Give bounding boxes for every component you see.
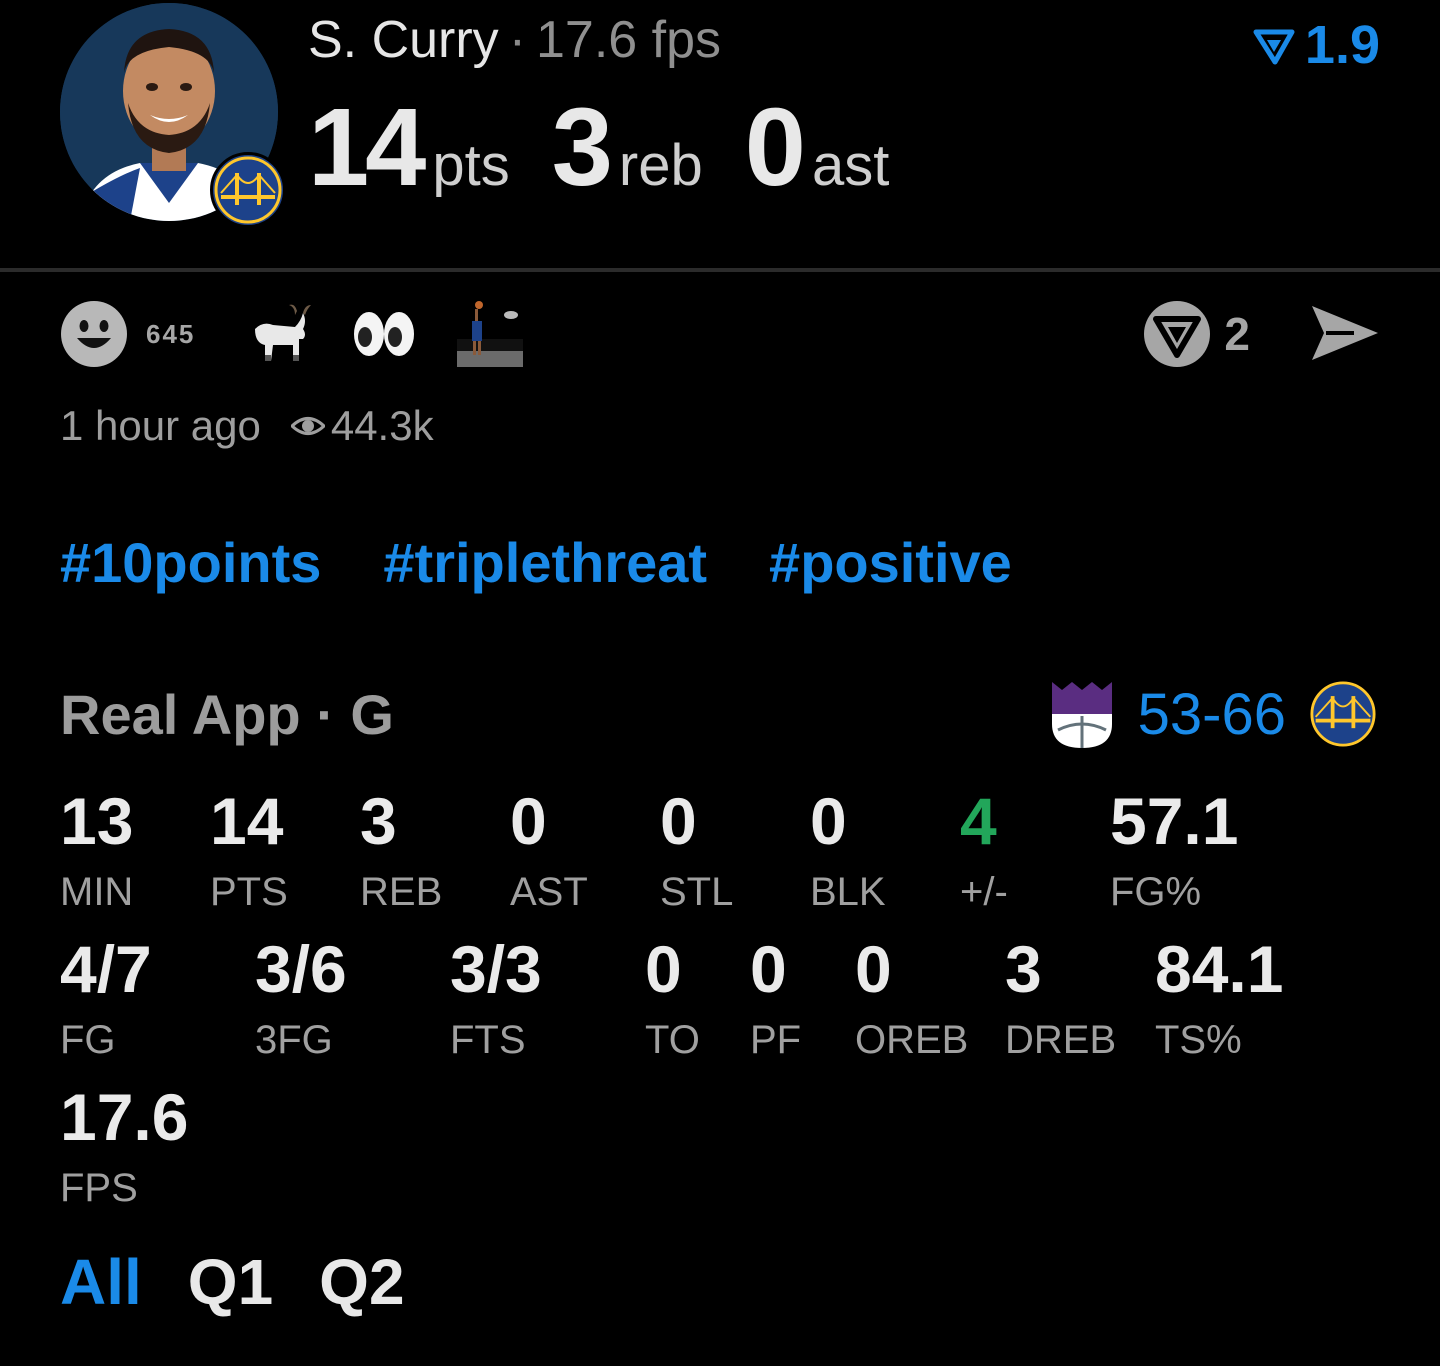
boost-icon (1253, 29, 1295, 65)
game-title: Real App · G (60, 683, 394, 746)
headline-stats: 14 pts 3 reb 0 ast (308, 88, 931, 208)
stat-fts: 3/3 FTS (450, 934, 542, 1064)
goat-emoji-icon[interactable] (243, 299, 313, 369)
stat-label: BLK (810, 870, 886, 914)
time-ago: 1 hour ago (60, 402, 261, 449)
stat-value: 0 (660, 784, 697, 858)
stat-pts: 14 PTS (210, 786, 288, 916)
share-arrow-icon[interactable] (1310, 298, 1380, 368)
stat-blk: 0 BLK (810, 786, 886, 916)
hashtag-link[interactable]: #triplethreat (383, 530, 707, 596)
stat-label: FPS (60, 1166, 138, 1210)
stat-value: 13 (60, 784, 134, 858)
stat-label: AST (510, 870, 588, 914)
eye-icon (290, 417, 325, 435)
stat-label: DREB (1005, 1018, 1117, 1062)
stat-value: 3 (360, 784, 397, 858)
stat-plus-minus: 4 +/- (960, 786, 1008, 916)
stat-oreb: 0 OREB (855, 934, 968, 1064)
score-value: 53-66 (1137, 681, 1286, 747)
eyes-emoji-icon[interactable] (349, 299, 419, 369)
player-title[interactable]: S. Curry · 17.6 fps (308, 8, 721, 72)
stat-value: 0 (510, 784, 547, 858)
boost-value: 1.9 (1304, 15, 1380, 75)
tab-all[interactable]: All (60, 1244, 142, 1320)
hashtag-link[interactable]: #10points (60, 530, 321, 596)
stat-value: 0 (645, 932, 682, 1006)
comment-count: 2 (1224, 308, 1250, 360)
stat-label: FTS (450, 1018, 526, 1062)
stat-label: 3FG (255, 1018, 333, 1062)
smiley-icon[interactable] (60, 300, 128, 368)
player-name[interactable]: S. Curry (308, 11, 499, 69)
stat-label: +/- (960, 870, 1008, 914)
stat-dreb: 3 DREB (1005, 934, 1116, 1064)
tab-q1[interactable]: Q1 (188, 1244, 273, 1320)
points-value: 14 (308, 86, 426, 209)
view-count: 44.3k (330, 402, 434, 449)
stat-reb: 3 REB (360, 786, 442, 916)
stat-label: OREB (855, 1018, 969, 1062)
stat-value: 4 (960, 784, 997, 858)
golden-state-warriors-icon (214, 156, 282, 224)
boost-indicator[interactable]: 1.9 (1253, 14, 1380, 76)
reactions-bar: 645 (60, 298, 561, 370)
golden-state-warriors-logo-icon (1310, 681, 1376, 747)
stat-value: 0 (855, 932, 892, 1006)
stat-3fg: 3/6 3FG (255, 934, 347, 1064)
rebounds-unit: reb (618, 133, 703, 198)
stat-label: FG% (1110, 870, 1202, 914)
hashtag-link[interactable]: #positive (769, 530, 1012, 596)
stat-fps: 17.6 FPS (60, 1082, 188, 1212)
stat-value: 0 (750, 932, 787, 1006)
stat-label: TS% (1155, 1018, 1242, 1062)
stat-fg-pct: 57.1 FG% (1110, 786, 1238, 916)
points-unit: pts (432, 133, 510, 198)
stat-ast: 0 AST (510, 786, 588, 916)
stat-label: PTS (210, 870, 288, 914)
stat-value: 17.6 (60, 1080, 189, 1154)
stat-value: 14 (210, 784, 284, 858)
stat-label: REB (360, 870, 443, 914)
reaction-count[interactable]: 645 (146, 319, 195, 350)
comments-button[interactable]: 2 (1142, 298, 1250, 370)
header-divider (0, 268, 1440, 272)
stat-value: 3/6 (255, 932, 347, 1006)
separator-dot: · (508, 11, 527, 69)
stat-label: PF (750, 1018, 802, 1062)
sacramento-kings-logo-icon (1051, 682, 1112, 748)
quarter-tabs: All Q1 Q2 (60, 1244, 405, 1320)
stat-label: STL (660, 870, 734, 914)
stat-value: 84.1 (1155, 932, 1284, 1006)
stat-min: 13 MIN (60, 786, 133, 916)
stat-ts-pct: 84.1 TS% (1155, 934, 1283, 1064)
hashtag-list: #10points #triplethreat #positive (60, 530, 1012, 596)
stat-fg: 4/7 FG (60, 934, 152, 1064)
stat-value: 0 (810, 784, 847, 858)
game-score[interactable]: 53-66 (1050, 676, 1376, 752)
shooting-photo-emoji-icon[interactable] (455, 299, 525, 369)
rebounds-value: 3 (551, 86, 613, 209)
stat-value: 3 (1005, 932, 1042, 1006)
assists-value: 0 (744, 86, 806, 209)
post-meta: 1 hour ago 44.3k (60, 398, 434, 454)
stat-value: 4/7 (60, 932, 152, 1006)
tab-q2[interactable]: Q2 (319, 1244, 404, 1320)
team-logo-icon (210, 152, 286, 228)
stat-pf: 0 PF (750, 934, 801, 1064)
stat-stl: 0 STL (660, 786, 733, 916)
assists-unit: ast (811, 133, 890, 198)
stat-value: 57.1 (1110, 784, 1239, 858)
player-fps-label: 17.6 fps (536, 11, 722, 69)
stat-value: 3/3 (450, 932, 542, 1006)
comment-logo-icon (1144, 301, 1211, 367)
stat-label: MIN (60, 870, 134, 914)
stat-label: TO (645, 1018, 700, 1062)
stat-label: FG (60, 1018, 116, 1062)
stat-to: 0 TO (645, 934, 700, 1064)
